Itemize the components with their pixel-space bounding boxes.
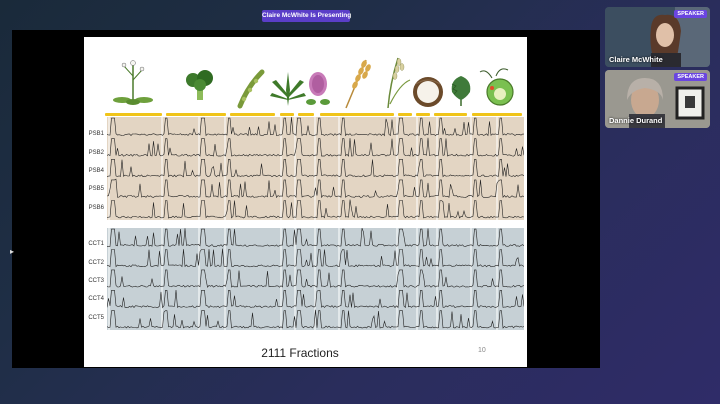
participant-name: Claire McWhite xyxy=(609,55,663,64)
clover-icon xyxy=(306,72,330,105)
psb-row-label: PSB6 xyxy=(88,205,104,211)
rice-icon xyxy=(387,57,411,109)
cct-elution-traces xyxy=(107,228,524,330)
psb-elution-traces xyxy=(107,117,524,220)
species-bar xyxy=(398,113,412,116)
cannabis-icon xyxy=(270,72,306,106)
species-bar xyxy=(166,113,226,116)
participant-tile[interactable]: SPEAKER Dannie Durand xyxy=(605,70,710,128)
psb-row-label: PSB5 xyxy=(88,186,104,192)
coconut-icon xyxy=(413,77,443,107)
species-bar xyxy=(472,113,522,116)
slide-page-number: 10 xyxy=(478,347,486,354)
speaker-badge: SPEAKER xyxy=(674,73,707,81)
broccoli-icon xyxy=(186,70,213,100)
kale-icon xyxy=(451,76,471,106)
species-bar xyxy=(298,113,314,116)
psb-row-label: PSB4 xyxy=(88,168,104,174)
speaker-badge: SPEAKER xyxy=(674,10,707,18)
species-bar xyxy=(416,113,430,116)
species-bar xyxy=(105,113,162,116)
cct-row-label: CCT4 xyxy=(88,296,104,302)
cct-row-label: CCT2 xyxy=(88,260,104,266)
species-bar xyxy=(434,113,467,116)
slide-caption: 2111 Fractions xyxy=(261,346,339,360)
participant-name: Dannie Durand xyxy=(609,116,663,125)
arabidopsis-icon xyxy=(113,60,153,105)
wheat-icon xyxy=(345,59,371,109)
participant-tile[interactable]: SPEAKER Claire McWhite xyxy=(605,7,710,67)
species-bar xyxy=(320,113,394,116)
cursor-icon: ▸ xyxy=(10,247,15,256)
chlamydomonas-icon xyxy=(479,68,514,106)
species-bar xyxy=(230,113,275,116)
psb-row-label: PSB2 xyxy=(88,150,104,156)
psb-row-label: PSB1 xyxy=(88,131,104,137)
presenting-banner[interactable]: Claire McWhite Is Presenting xyxy=(262,10,351,22)
species-bar xyxy=(280,113,294,116)
cct-row-label: CCT5 xyxy=(88,315,104,321)
cct-row-label: CCT3 xyxy=(88,278,104,284)
cct-row-label: CCT1 xyxy=(88,241,104,247)
meeting-control-bar xyxy=(0,370,720,404)
soybean-icon xyxy=(237,69,265,109)
